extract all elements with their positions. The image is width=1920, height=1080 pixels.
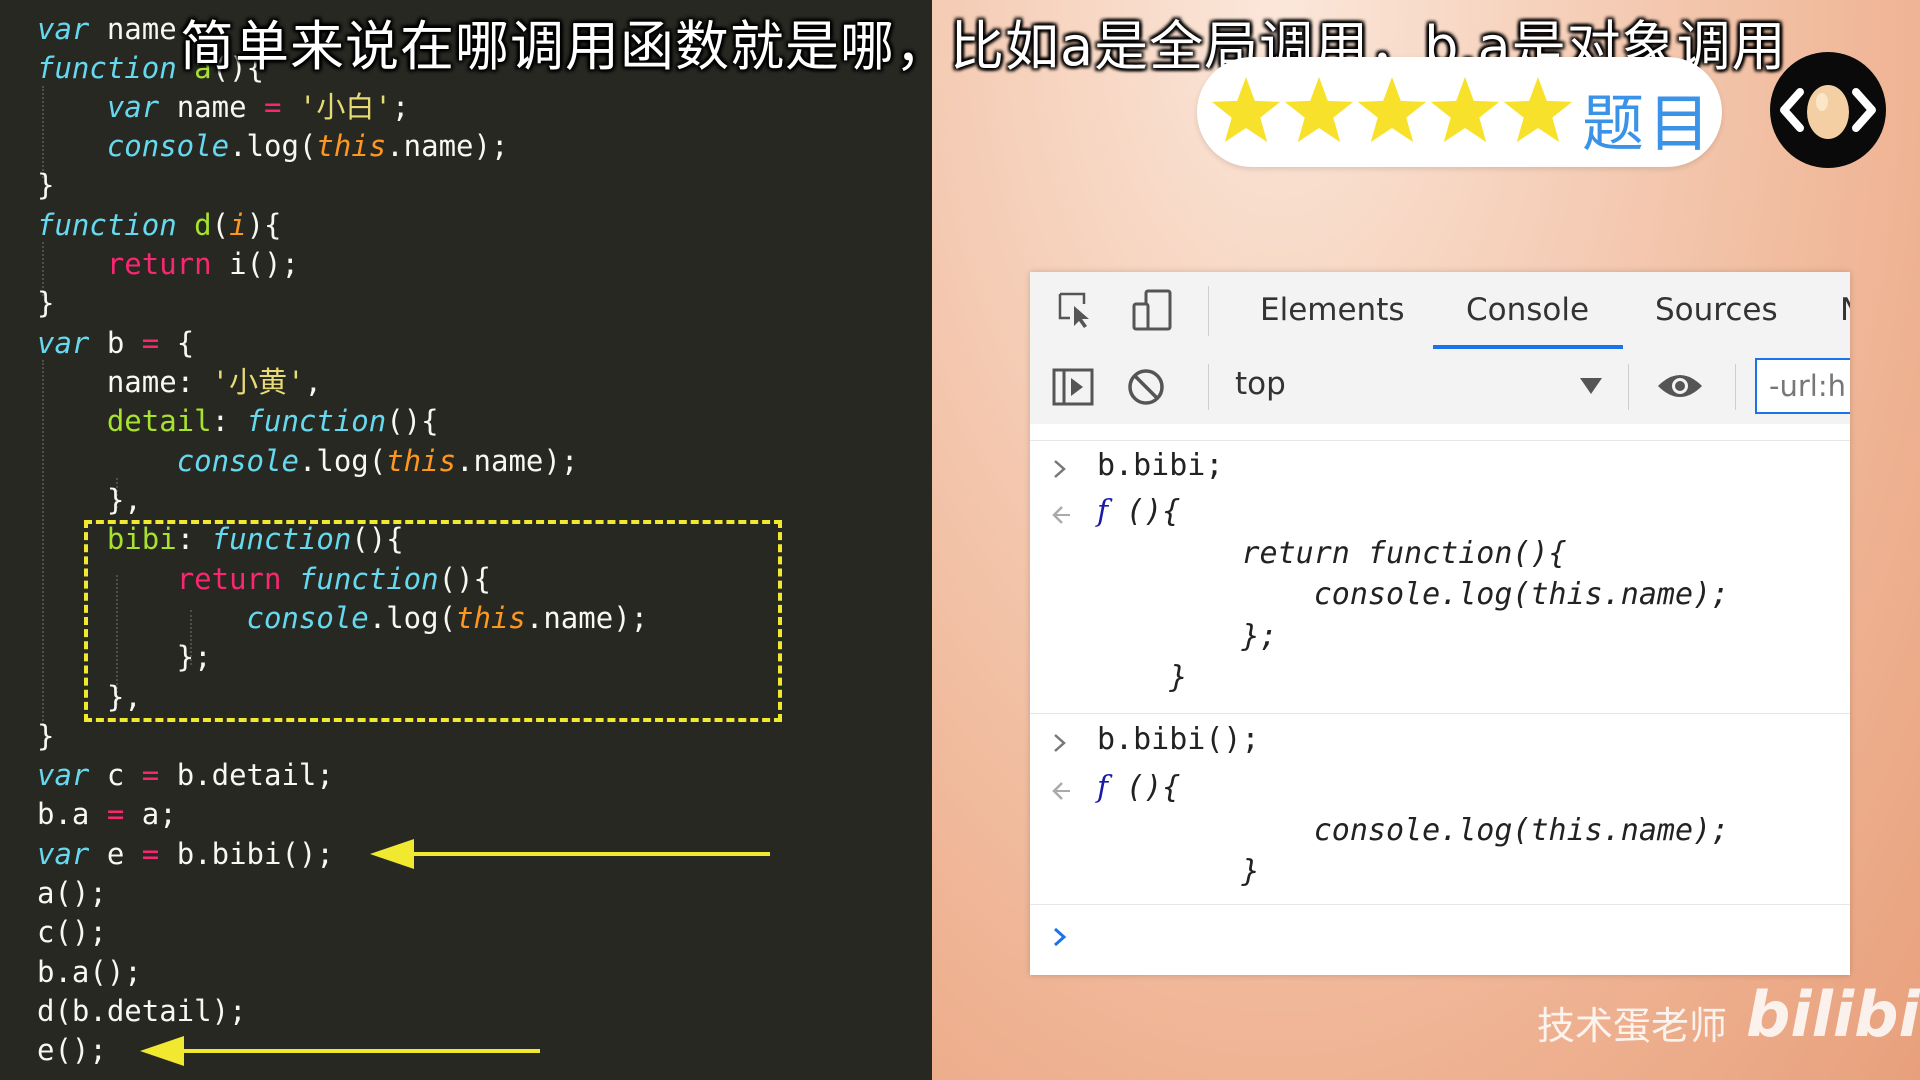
console-output-1-line-2: return function(){	[1097, 536, 1567, 571]
console-output-2-line-1: f (){	[1097, 770, 1181, 805]
output-arrow-icon	[1052, 506, 1070, 524]
star-rating	[1211, 77, 1573, 143]
inspect-element-icon[interactable]	[1056, 290, 1096, 330]
code-line-27: e();	[37, 1033, 107, 1067]
tab-more[interactable]: N	[1840, 292, 1850, 328]
tabbar-separator	[1208, 286, 1209, 336]
difficulty-badge: 题目	[1197, 57, 1722, 167]
devtools-tabbar: Elements Console Sources N	[1030, 272, 1850, 351]
console-filter-input[interactable]: -url:h	[1755, 358, 1850, 414]
code-line-3: var name = '小白';	[106, 90, 410, 124]
console-output[interactable]: b.bibi; f (){ return function(){ console…	[1030, 424, 1850, 975]
console-prompt-icon[interactable]	[1052, 926, 1068, 948]
code-line-5: }	[37, 168, 55, 202]
star-icon	[1211, 77, 1281, 143]
devtools-panel: Elements Console Sources N top -url:h	[1030, 272, 1850, 975]
code-line-12: console.log(this.name);	[176, 444, 579, 478]
code-line-7: return i();	[106, 247, 299, 281]
console-output-2-line-2: console.log(this.name);	[1097, 813, 1730, 848]
star-icon	[1503, 77, 1573, 143]
console-input-1: b.bibi;	[1097, 448, 1224, 483]
input-chevron-icon	[1054, 734, 1066, 752]
console-output-1-line-1: f (){	[1097, 494, 1181, 529]
egg-code-logo-icon	[1780, 85, 1876, 139]
arrow-to-var-e	[370, 839, 770, 869]
code-line-11: detail: function(){	[106, 404, 439, 438]
console-output-1-line-5: }	[1097, 660, 1188, 695]
badge-label: 题目	[1582, 87, 1715, 160]
code-line-23: a();	[37, 876, 107, 910]
author-watermark: 技术蛋老师	[1537, 1004, 1728, 1048]
tab-elements[interactable]: Elements	[1260, 292, 1405, 328]
clear-console-icon[interactable]	[1126, 367, 1166, 407]
code-line-10: name: '小黄',	[37, 365, 322, 399]
tab-console[interactable]: Console	[1466, 292, 1589, 328]
console-row-separator	[1030, 440, 1850, 441]
console-output-1-line-3: console.log(this.name);	[1097, 577, 1730, 612]
toolbar-separator	[1208, 364, 1209, 410]
code-line-21: b.a = a;	[37, 797, 177, 831]
code-editor[interactable]: var name function a(){ var name = '小白'; …	[0, 0, 932, 1080]
code-line-24: c();	[37, 915, 107, 949]
show-sidebar-icon[interactable]	[1052, 368, 1094, 406]
highlight-box	[84, 520, 782, 722]
device-toolbar-icon[interactable]	[1130, 288, 1174, 332]
toolbar-separator	[1628, 364, 1629, 410]
bilibili-logo: bilibili	[1746, 978, 1920, 1051]
code-line-20: var c = b.detail;	[37, 758, 334, 792]
output-arrow-icon	[1052, 782, 1070, 800]
code-line-1: var name	[37, 12, 177, 46]
star-icon	[1284, 77, 1354, 143]
console-toolbar: top -url:h	[1030, 350, 1850, 425]
input-chevron-icon	[1054, 460, 1066, 478]
code-line-6: function d(i){	[37, 208, 282, 242]
code-line-8: }	[37, 286, 55, 320]
egg-code-logo	[1770, 52, 1886, 168]
code-line-4: console.log(this.name);	[106, 129, 509, 163]
live-expression-eye-icon[interactable]	[1656, 370, 1704, 402]
console-output-1-line-4: };	[1097, 619, 1278, 654]
tab-sources[interactable]: Sources	[1655, 292, 1778, 328]
console-row-separator	[1030, 713, 1850, 714]
code-line-13: },	[37, 483, 142, 517]
console-output-2-line-3: }	[1097, 854, 1260, 889]
chevron-down-icon[interactable]	[1580, 378, 1602, 394]
star-icon	[1357, 77, 1427, 143]
arrow-to-e-call	[140, 1036, 540, 1066]
code-line-25: b.a();	[37, 955, 142, 989]
code-line-9: var b = {	[37, 326, 195, 360]
toolbar-separator	[1735, 364, 1736, 410]
console-input-2: b.bibi();	[1097, 722, 1260, 757]
star-icon	[1430, 77, 1500, 143]
code-line-26: d(b.detail);	[37, 994, 247, 1028]
code-line-22: var e = b.bibi();	[37, 837, 334, 871]
console-row-separator	[1030, 904, 1850, 905]
code-line-19: }	[37, 719, 55, 753]
active-tab-indicator	[1433, 345, 1623, 349]
context-selector[interactable]: top	[1235, 366, 1286, 402]
